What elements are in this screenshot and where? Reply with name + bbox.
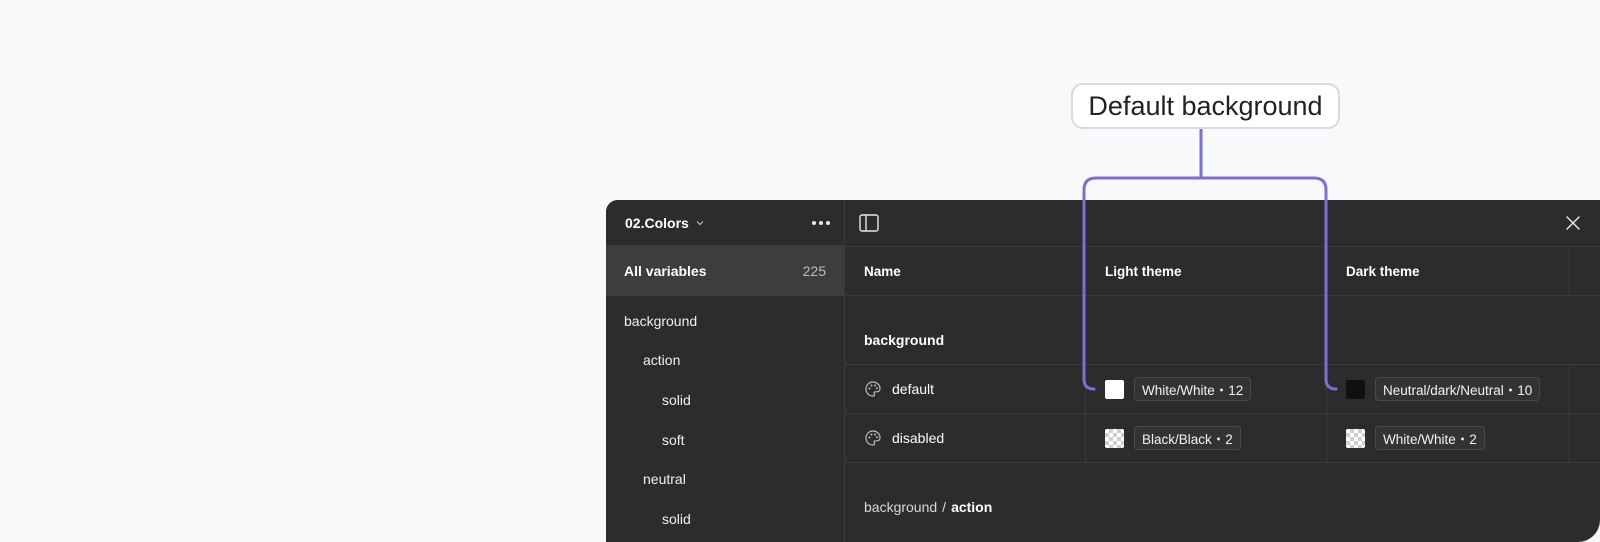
sidebar-group-list: background action solid soft neutral sol… (606, 296, 844, 539)
alias-chip[interactable]: Neutral/dark/Neutral・10 (1375, 377, 1541, 401)
dark-value-cell[interactable]: White/White・2 (1327, 414, 1570, 462)
variables-panel: 02.Colors All variables 225 background a… (606, 200, 1600, 542)
panel-toolbar (845, 200, 1600, 247)
callout-label: Default background (1088, 90, 1323, 121)
table-row[interactable]: disabled Black/Black・2 White/White・2 (845, 414, 1600, 463)
dark-value-cell[interactable]: Neutral/dark/Neutral・10 (1327, 365, 1570, 413)
variable-name-cell: disabled (845, 414, 1086, 462)
breadcrumb: background / action (845, 463, 1600, 542)
palette-icon (865, 430, 881, 446)
more-options-icon[interactable] (812, 217, 830, 229)
variables-table-area: Name Light theme Dark theme background d… (845, 200, 1600, 542)
sidebar-item-soft[interactable]: soft (606, 420, 844, 460)
breadcrumb-current: action (951, 499, 993, 515)
variable-name-cell: default (845, 365, 1086, 413)
sidebar-item-all-variables[interactable]: All variables 225 (606, 246, 844, 296)
transparent-swatch (1346, 428, 1365, 448)
column-header-light-theme[interactable]: Light theme (1086, 247, 1327, 295)
all-variables-label: All variables (624, 263, 707, 279)
table-header-row: Name Light theme Dark theme (845, 247, 1600, 296)
color-swatch (1346, 379, 1365, 399)
sidebar-toggle-icon[interactable] (858, 212, 880, 234)
breadcrumb-parent: background (864, 499, 938, 515)
variables-table: Name Light theme Dark theme background d… (845, 247, 1600, 542)
chevron-down-icon (696, 220, 704, 225)
sidebar-item-background[interactable]: background (606, 301, 844, 341)
alias-chip[interactable]: White/White・12 (1134, 377, 1252, 401)
close-icon[interactable] (1562, 212, 1584, 234)
sidebar-item-solid[interactable]: solid (606, 380, 844, 420)
all-variables-count: 225 (802, 263, 826, 279)
collection-name: 02.Colors (625, 214, 689, 231)
collection-selector[interactable]: 02.Colors (625, 215, 705, 231)
column-header-name[interactable]: Name (845, 247, 1086, 295)
group-header: background (845, 296, 1600, 365)
column-header-dark-theme[interactable]: Dark theme (1327, 247, 1570, 295)
default-background-callout: Default background (1071, 83, 1340, 129)
sidebar-item-neutral[interactable]: neutral (606, 459, 844, 499)
sidebar-item-action[interactable]: action (606, 341, 844, 381)
alias-chip[interactable]: White/White・2 (1375, 426, 1485, 450)
alias-chip[interactable]: Black/Black・2 (1134, 426, 1241, 450)
color-swatch (1105, 379, 1124, 399)
variable-name: default (892, 381, 935, 397)
palette-icon (865, 381, 881, 397)
page-canvas: Default background 02.Colors All variabl… (0, 0, 1600, 542)
light-value-cell[interactable]: Black/Black・2 (1086, 414, 1327, 462)
breadcrumb-separator: / (942, 499, 947, 515)
sidebar-header: 02.Colors (606, 200, 844, 246)
table-row[interactable]: default White/White・12 Neutral/dark/Neut… (845, 365, 1600, 414)
variable-name: disabled (892, 430, 945, 446)
sidebar-item-neutral-solid[interactable]: solid (606, 499, 844, 539)
transparent-swatch (1105, 428, 1124, 448)
variables-sidebar: 02.Colors All variables 225 background a… (606, 200, 845, 542)
light-value-cell[interactable]: White/White・12 (1086, 365, 1327, 413)
